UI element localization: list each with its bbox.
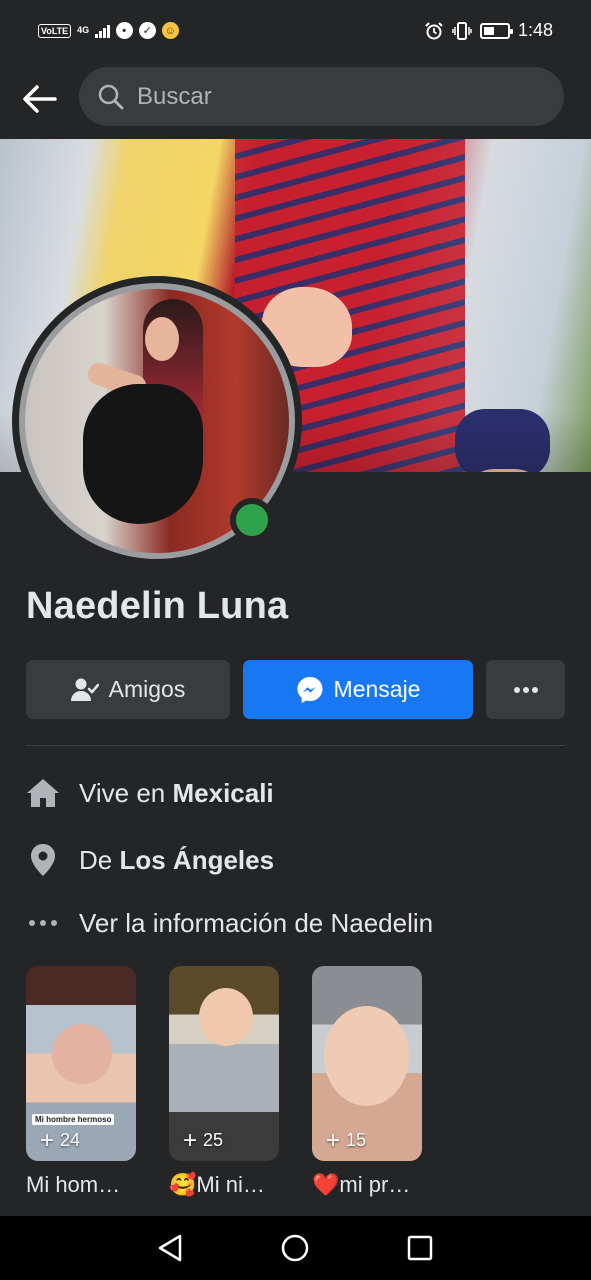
- signal-icon: [95, 24, 110, 38]
- highlight-thumbnail: +25: [169, 966, 279, 1161]
- nav-recents-button[interactable]: [400, 1228, 440, 1268]
- avatar-face: [145, 317, 179, 361]
- status-bar: VoLTE 4G • ✓ ☺ 1:48: [0, 0, 591, 62]
- highlight-caption: Mi hom…: [26, 1172, 121, 1197]
- search-input[interactable]: [137, 82, 537, 111]
- thumbnail-subject: [199, 988, 253, 1046]
- highlight-item[interactable]: Mi hombre hermoso +24 Mi hom…: [26, 966, 136, 1197]
- system-navigation-bar: [0, 1216, 591, 1280]
- more-dots-icon: [513, 686, 538, 693]
- more-dots-icon: [26, 906, 60, 940]
- highlight-count: +24: [40, 1126, 81, 1154]
- lives-prefix: Vive en: [79, 777, 173, 808]
- more-options-button[interactable]: [486, 660, 565, 719]
- highlight-sticker: Mi hombre hermoso: [32, 1114, 115, 1125]
- friends-button[interactable]: Amigos: [26, 660, 230, 719]
- search-icon: [98, 84, 124, 109]
- highlight-thumbnail: +15: [312, 966, 422, 1161]
- status-right: 1:48: [424, 20, 553, 41]
- section-divider: [26, 745, 565, 746]
- home-icon: [26, 776, 60, 810]
- volte-icon: VoLTE: [38, 23, 72, 38]
- battery-icon: [479, 22, 513, 39]
- highlight-count: +15: [326, 1126, 367, 1154]
- location-pin-icon: [26, 843, 60, 877]
- nav-back-button[interactable]: [150, 1228, 190, 1268]
- highlight-count-value: 24: [60, 1130, 81, 1150]
- avatar-dress: [83, 384, 203, 524]
- status-left: VoLTE 4G • ✓ ☺: [38, 22, 179, 39]
- plus-icon: +: [326, 1126, 341, 1154]
- see-more-info[interactable]: Ver la información de Naedelin: [26, 906, 433, 940]
- highlight-count-value: 15: [346, 1130, 367, 1150]
- emoji-app-icon: ☺: [161, 22, 179, 39]
- thumbnail-subject: [52, 1024, 112, 1084]
- triangle-back-icon: [158, 1234, 182, 1262]
- highlight-thumbnail: Mi hombre hermoso +24: [26, 966, 136, 1161]
- profile-name: Naedelin Luna: [26, 585, 289, 627]
- search-bar[interactable]: [79, 67, 564, 126]
- from-prefix: De: [79, 844, 120, 875]
- highlight-caption: 🥰Mi ni…: [169, 1172, 265, 1197]
- vibrate-icon: [452, 21, 472, 40]
- info-from: De Los Ángeles: [26, 843, 274, 877]
- message-button[interactable]: Mensaje: [243, 660, 473, 719]
- see-more-label: Ver la información de Naedelin: [79, 907, 434, 938]
- alarm-icon: [425, 21, 443, 39]
- square-recents-icon: [407, 1235, 433, 1261]
- arrow-left-icon: [23, 85, 57, 113]
- online-status-indicator: [230, 498, 274, 542]
- plus-icon: +: [40, 1126, 55, 1154]
- plus-icon: +: [183, 1126, 198, 1154]
- message-app-icon: •: [115, 22, 133, 39]
- highlight-item[interactable]: +15 ❤️mi pr…: [312, 966, 422, 1197]
- from-city[interactable]: Los Ángeles: [119, 845, 274, 876]
- friends-icon: [70, 678, 99, 701]
- friends-label: Amigos: [108, 676, 186, 702]
- back-button[interactable]: [18, 78, 60, 120]
- clock: 1:48: [517, 20, 553, 40]
- nav-home-button[interactable]: [275, 1228, 315, 1268]
- message-label: Mensaje: [333, 676, 421, 702]
- thumbnail-subject: [324, 1006, 409, 1106]
- check-app-icon: ✓: [138, 22, 156, 39]
- highlight-count: +25: [183, 1126, 224, 1154]
- lives-city[interactable]: Mexicali: [172, 778, 273, 809]
- network-type-label: 4G: [77, 25, 90, 35]
- highlight-count-value: 25: [203, 1130, 224, 1150]
- circle-home-icon: [281, 1234, 309, 1262]
- highlight-caption: ❤️mi pr…: [312, 1172, 411, 1197]
- top-bar: [0, 62, 591, 138]
- highlight-item[interactable]: +25 🥰Mi ni…: [169, 966, 279, 1197]
- info-lives-in: Vive en Mexicali: [26, 776, 274, 810]
- messenger-icon: [297, 676, 323, 703]
